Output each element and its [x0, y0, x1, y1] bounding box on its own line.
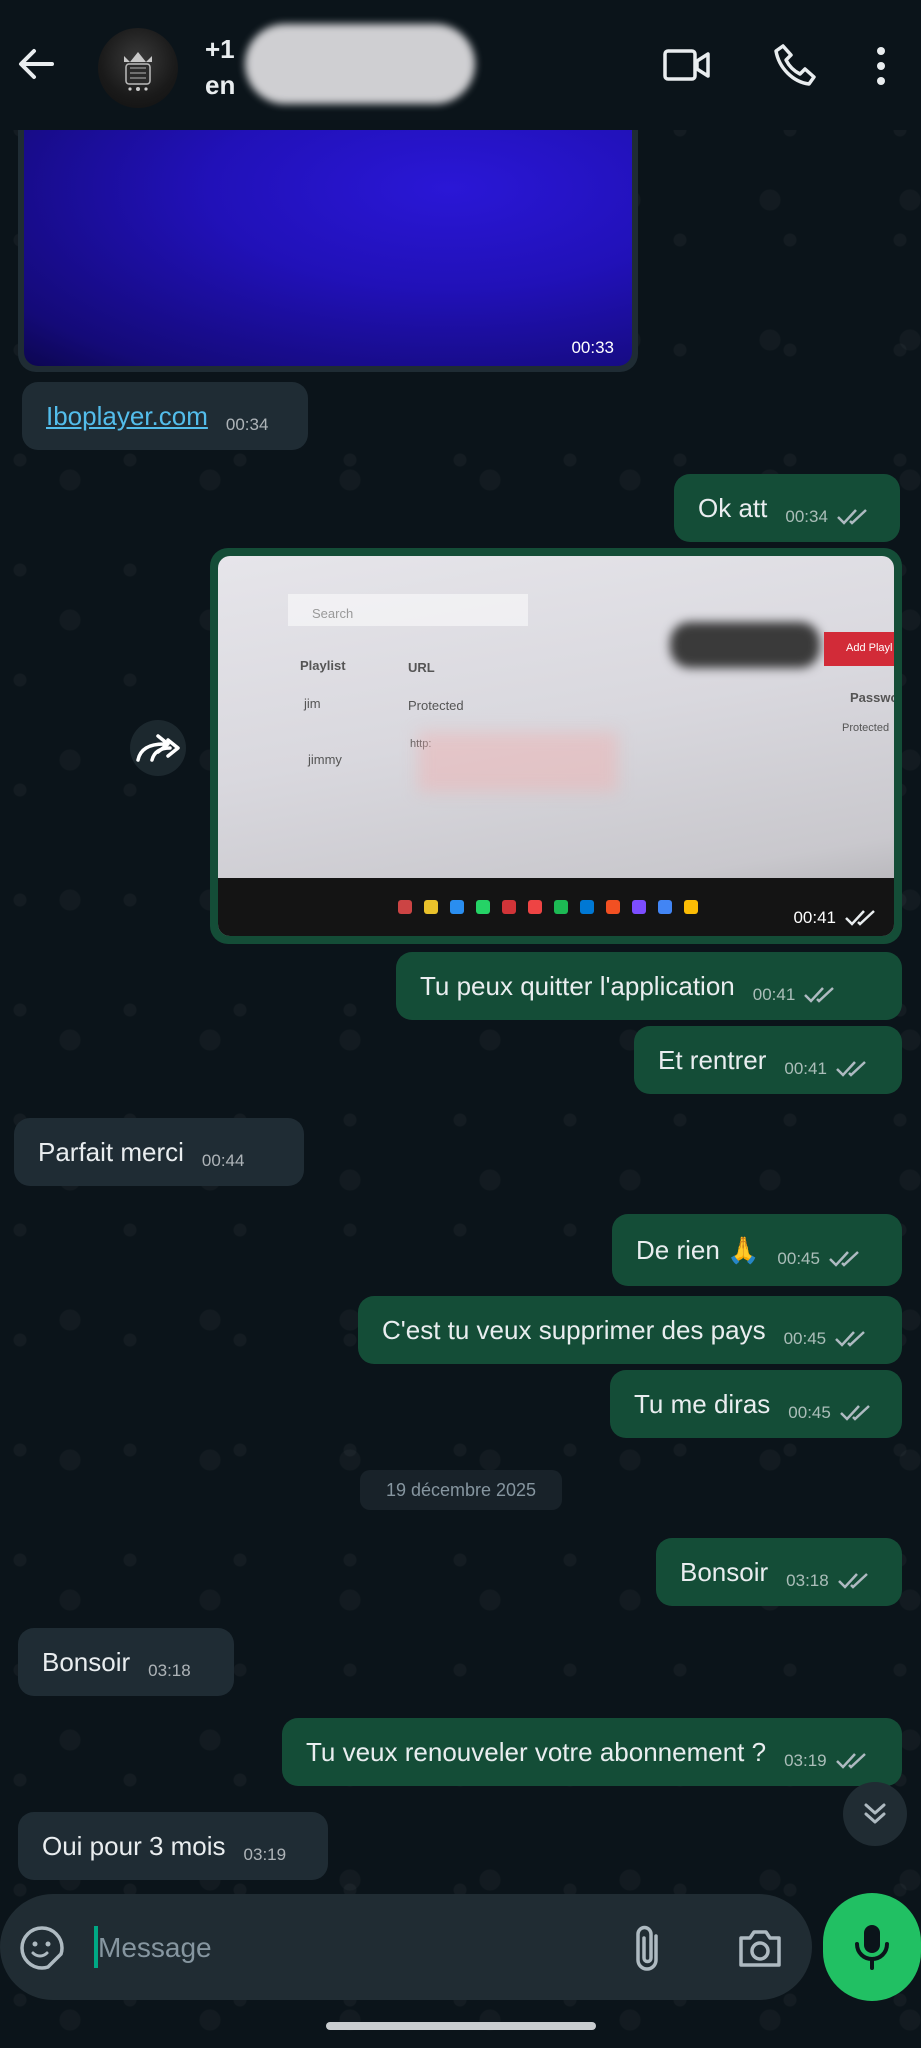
message-time: 00:41 [784, 1059, 827, 1078]
phone-icon[interactable] [773, 42, 819, 93]
outgoing-message[interactable]: Tu peux quitter l'application 00:41 [396, 952, 902, 1020]
message-time: 00:34 [225, 415, 269, 434]
outgoing-message[interactable]: Tu veux renouveler votre abonnement ? 03… [282, 1718, 902, 1786]
forward-icon[interactable] [130, 720, 186, 776]
message-text: C'est tu veux supprimer des pays [382, 1314, 766, 1345]
message-time: 03:19 [243, 1845, 287, 1864]
message-text: De rien 🙏 [636, 1234, 760, 1265]
message-text: Bonsoir [42, 1646, 131, 1677]
redacted-contact-blur [245, 24, 475, 104]
incoming-message[interactable]: Parfait merci 00:44 [14, 1118, 304, 1186]
message-input[interactable] [96, 1918, 580, 1978]
home-indicator[interactable] [326, 2022, 596, 2030]
message-time: 00:45 [788, 1403, 831, 1422]
message-text: Bonsoir [680, 1556, 769, 1587]
double-check-icon [835, 1753, 866, 1769]
message-text: Ok att [698, 492, 768, 523]
date-separator: 19 décembre 2025 [360, 1470, 562, 1510]
video-message[interactable]: 00:33 [18, 112, 638, 372]
message-time: 00:41 [793, 908, 836, 927]
outgoing-message[interactable]: Ok att 00:34 [674, 474, 900, 542]
message-time: 00:45 [777, 1249, 820, 1268]
message-text: Tu me diras [634, 1388, 771, 1419]
message-time: 00:33 [571, 338, 614, 357]
outgoing-message[interactable]: Et rentrer 00:41 [634, 1026, 902, 1094]
photo-text: Add Playl [846, 642, 893, 654]
double-check-icon [837, 509, 867, 525]
more-vert-icon[interactable] [875, 46, 887, 91]
message-time: 00:34 [785, 507, 828, 526]
camera-icon[interactable] [736, 1926, 784, 1975]
link-text[interactable]: Iboplayer.com [46, 401, 208, 432]
double-check-icon [804, 987, 835, 1003]
photo-text: URL [408, 660, 435, 675]
contact-status: en [205, 70, 236, 100]
message-time: 00:41 [752, 985, 796, 1004]
photo-thumbnail: Search Playlist URL Password jim Protect… [218, 556, 894, 936]
contact-name[interactable]: +1 [205, 34, 235, 65]
message-time: 03:18 [148, 1661, 191, 1680]
double-check-icon [829, 1251, 859, 1267]
photo-text: Playlist [300, 658, 346, 673]
photo-text: jim [304, 696, 321, 711]
double-check-icon [845, 910, 875, 926]
outgoing-message[interactable]: De rien 🙏 00:45 [612, 1214, 902, 1286]
double-check-icon [835, 1331, 865, 1347]
message-text: Tu peux quitter l'application [420, 970, 735, 1001]
chat-header: +1 en [0, 0, 921, 130]
outgoing-message[interactable]: Bonsoir 03:18 [656, 1538, 902, 1606]
outgoing-message[interactable]: C'est tu veux supprimer des pays 00:45 [358, 1296, 902, 1364]
microphone-icon [855, 1925, 889, 1970]
sticker-icon[interactable] [18, 1924, 66, 1977]
message-time: 03:19 [784, 1751, 827, 1770]
message-time: 03:18 [786, 1571, 829, 1590]
message-text: Oui pour 3 mois [42, 1830, 226, 1861]
message-time: 00:45 [783, 1329, 827, 1348]
photo-text: Password [850, 690, 894, 705]
photo-message[interactable]: Search Playlist URL Password jim Protect… [210, 548, 902, 944]
double-check-icon [836, 1061, 866, 1077]
message-text: Et rentrer [658, 1044, 767, 1075]
scroll-to-bottom-button[interactable] [843, 1782, 907, 1846]
incoming-message[interactable]: Iboplayer.com 00:34 [22, 382, 308, 450]
message-time: 00:44 [201, 1151, 245, 1170]
photo-text: jimmy [308, 752, 342, 767]
attach-icon[interactable] [630, 1922, 666, 1979]
photo-text: Protected [842, 722, 890, 734]
voice-record-button[interactable] [823, 1893, 921, 2001]
double-chevron-down-icon [864, 1803, 886, 1824]
video-thumbnail [24, 112, 632, 366]
double-check-icon [839, 1405, 870, 1421]
avatar[interactable] [98, 28, 178, 108]
photo-text: Protected [408, 698, 464, 713]
back-arrow-icon[interactable] [12, 40, 60, 88]
photo-text: Search [312, 606, 354, 621]
message-text: Tu veux renouveler votre abonnement ? [306, 1736, 767, 1767]
incoming-message[interactable]: Bonsoir 03:18 [18, 1628, 234, 1696]
incoming-message[interactable]: Oui pour 3 mois 03:19 [18, 1812, 328, 1880]
double-check-icon [837, 1573, 868, 1589]
message-text: Parfait merci [38, 1136, 184, 1167]
video-call-icon[interactable] [662, 42, 712, 93]
outgoing-message[interactable]: Tu me diras 00:45 [610, 1370, 902, 1438]
message-composer [0, 1894, 812, 2000]
